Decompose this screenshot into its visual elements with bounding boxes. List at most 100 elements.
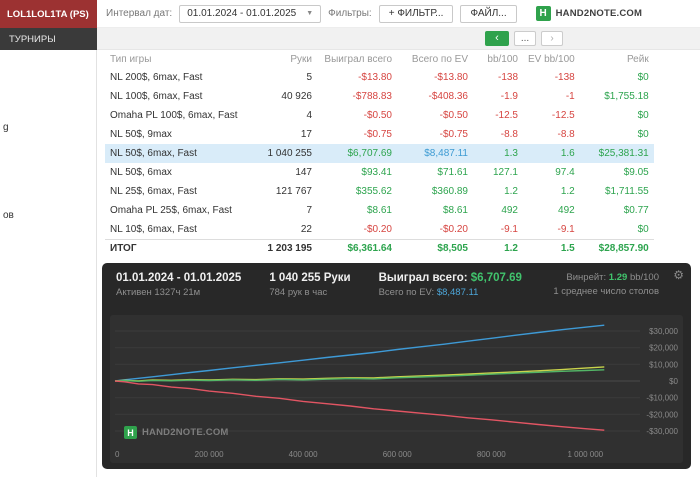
- cell-rake: $1,711.55: [604, 186, 649, 197]
- filters-label: Фильтры:: [328, 8, 372, 19]
- x-axis-tick-label: 1 000 000: [568, 450, 604, 459]
- col-header-ev[interactable]: Всего по EV: [397, 50, 473, 68]
- date-range-value: 01.01.2024 - 01.01.2025: [187, 8, 297, 19]
- cell-game-type: NL 50$, 6max, Fast: [110, 148, 197, 159]
- cell-game-type: NL 25$, 6max, Fast: [110, 186, 197, 197]
- table-row[interactable]: Omaha PL 100$, 6max, Fast 4 -$0.50 -$0.5…: [105, 106, 654, 125]
- y-axis-tick-label: $0: [669, 377, 678, 386]
- panel-winnings-block: Выиграл всего: $6,707.69 Всего по EV: $8…: [379, 272, 522, 298]
- sub-toolbar: ‹ ... ›: [97, 28, 700, 50]
- table-row[interactable]: NL 50$, 6max, Fast 1 040 255 $6,707.69 $…: [105, 144, 654, 163]
- date-interval-label: Интервал дат:: [106, 8, 173, 19]
- cell-bb100: 127.1: [492, 167, 518, 178]
- cell-won: $355.62: [355, 186, 392, 197]
- col-header-game-type[interactable]: Тип игры: [105, 50, 253, 68]
- cell-game-type: Omaha PL 100$, 6max, Fast: [110, 110, 238, 121]
- graph-watermark: H HAND2NOTE.COM: [124, 426, 229, 439]
- nav-button-group: ‹ ... ›: [485, 31, 563, 46]
- col-header-bb100[interactable]: bb/100: [473, 50, 523, 68]
- cell-hands: 1 203 195: [253, 238, 317, 258]
- cell-ev: -$0.50: [439, 110, 468, 121]
- panel-ev-label: Всего по EV:: [378, 287, 435, 298]
- cell-won: -$0.20: [363, 223, 392, 235]
- hand2note-logo-icon: H: [535, 6, 551, 21]
- cell-ev: $360.89: [431, 186, 468, 197]
- tab-account[interactable]: LOL1LOL1TA (PS): [0, 0, 97, 28]
- cell-won: -$13.80: [358, 72, 392, 83]
- y-axis-tick-label: $30,000: [649, 327, 678, 336]
- hand2note-watermark-text: HAND2NOTE.COM: [142, 427, 229, 438]
- cell-bb100: 1.3: [504, 148, 518, 159]
- cell-rake: $0: [637, 223, 649, 235]
- cell-ev-bb100: 1.6: [560, 148, 575, 159]
- y-axis-tick-label: -$20,000: [646, 410, 678, 419]
- panel-won-value: $6,707.69: [470, 272, 522, 284]
- cell-hands: 121 767: [275, 186, 312, 197]
- cell-bb100: 492: [501, 205, 518, 216]
- cell-game-type: NL 10$, 6max, Fast: [110, 223, 197, 235]
- col-header-hands[interactable]: Руки: [253, 50, 317, 68]
- gear-icon[interactable]: ⚙: [673, 268, 684, 282]
- non-showdown-winnings-line: [114, 380, 605, 431]
- chevron-down-icon: ▼: [306, 10, 314, 17]
- table-row[interactable]: NL 25$, 6max, Fast 121 767 $355.62 $360.…: [105, 182, 654, 201]
- cell-game-type: NL 50$, 6max: [110, 167, 172, 178]
- cell-ev: -$0.20: [439, 223, 468, 235]
- col-header-won[interactable]: Выиграл всего: [317, 50, 397, 68]
- date-range-input[interactable]: 01.01.2024 - 01.01.2025 ▼: [179, 4, 322, 23]
- panel-hands-count: 1 040 255 Руки: [269, 272, 351, 284]
- cell-ev: -$0.75: [439, 129, 468, 140]
- graph-panel-header: 01.01.2024 - 01.01.2025 Активен 1327ч 21…: [102, 263, 691, 302]
- cell-ev-bb100: 492: [558, 205, 575, 216]
- graph-canvas: $30,000 $20,000 $10,000 $0 -$10,000 -$20,000 -…: [114, 324, 679, 459]
- results-graph: $30,000 $20,000 $10,000 $0 -$10,000 -$20,000 -…: [110, 315, 683, 463]
- cell-ev: $71.61: [437, 167, 468, 178]
- cell-ev: -$13.80: [434, 72, 468, 83]
- tab-tournaments[interactable]: ТУРНИРЫ: [0, 28, 97, 50]
- x-axis-tick-label: 400 000: [289, 450, 318, 459]
- table-total-row[interactable]: ИТОГ 1 203 195 $6,361.64 $8,505 1.2 1.5 …: [105, 238, 654, 258]
- cell-won: -$0.50: [363, 110, 392, 121]
- panel-won-label: Выиграл всего:: [378, 272, 468, 284]
- back-button[interactable]: ‹: [485, 31, 509, 46]
- cell-ev-bb100: -12.5: [551, 110, 575, 121]
- more-button[interactable]: ...: [514, 31, 536, 46]
- cell-won: $93.41: [361, 167, 392, 178]
- cell-ev-bb100: 97.4: [555, 167, 575, 178]
- x-axis-tick-label: 200 000: [195, 450, 224, 459]
- table-row[interactable]: NL 200$, 6max, Fast 5 -$13.80 -$13.80 -1…: [105, 68, 654, 87]
- sidebar: g ов: [0, 50, 97, 477]
- cell-hands: 17: [300, 129, 312, 140]
- panel-winrate-value: 1.29: [608, 272, 628, 283]
- col-header-rake[interactable]: Рейк: [580, 50, 654, 68]
- cell-bb100: 1.2: [473, 238, 523, 258]
- cell-hands: 40 926: [281, 91, 312, 102]
- cell-rake: $0: [637, 110, 649, 121]
- table-row[interactable]: NL 50$, 6max 147 $93.41 $71.61 127.1 97.…: [105, 163, 654, 182]
- panel-date-range: 01.01.2024 - 01.01.2025: [116, 272, 242, 284]
- cell-rake: $0: [637, 129, 649, 140]
- sidebar-item[interactable]: g: [3, 122, 9, 133]
- sidebar-item[interactable]: ов: [3, 210, 14, 221]
- account-tab-label: LOL1LOL1TA (PS): [7, 8, 89, 20]
- cell-rake: $1,755.18: [604, 91, 649, 102]
- forward-button[interactable]: ›: [541, 31, 563, 46]
- cell-bb100: -8.8: [500, 129, 518, 140]
- panel-winrate-label: Винрейт:: [566, 272, 607, 283]
- table-row[interactable]: NL 10$, 6max, Fast 22 -$0.20 -$0.20 -9.1…: [105, 220, 654, 239]
- cell-rake: $28,857.90: [579, 238, 654, 258]
- cell-won: $8.61: [366, 205, 392, 216]
- hand2note-logo: H HAND2NOTE.COM: [535, 6, 643, 21]
- file-button[interactable]: ФАЙЛ...: [460, 4, 517, 23]
- cell-hands: 1 040 255: [267, 148, 313, 159]
- cell-won: $6,707.69: [347, 148, 393, 159]
- table-row[interactable]: NL 50$, 9max 17 -$0.75 -$0.75 -8.8 -8.8 …: [105, 125, 654, 144]
- table-row[interactable]: NL 100$, 6max, Fast 40 926 -$788.83 -$40…: [105, 87, 654, 106]
- cell-bb100: -12.5: [495, 110, 518, 121]
- table-row[interactable]: Omaha PL 25$, 6max, Fast 7 $8.61 $8.61 4…: [105, 201, 654, 220]
- x-axis-tick-label: 600 000: [383, 450, 412, 459]
- cell-ev-bb100: 1.5: [523, 238, 580, 258]
- panel-winrate-unit: bb/100: [629, 272, 659, 283]
- add-filter-button[interactable]: + ФИЛЬТР...: [378, 4, 454, 23]
- col-header-ev-bb100[interactable]: EV bb/100: [523, 50, 580, 68]
